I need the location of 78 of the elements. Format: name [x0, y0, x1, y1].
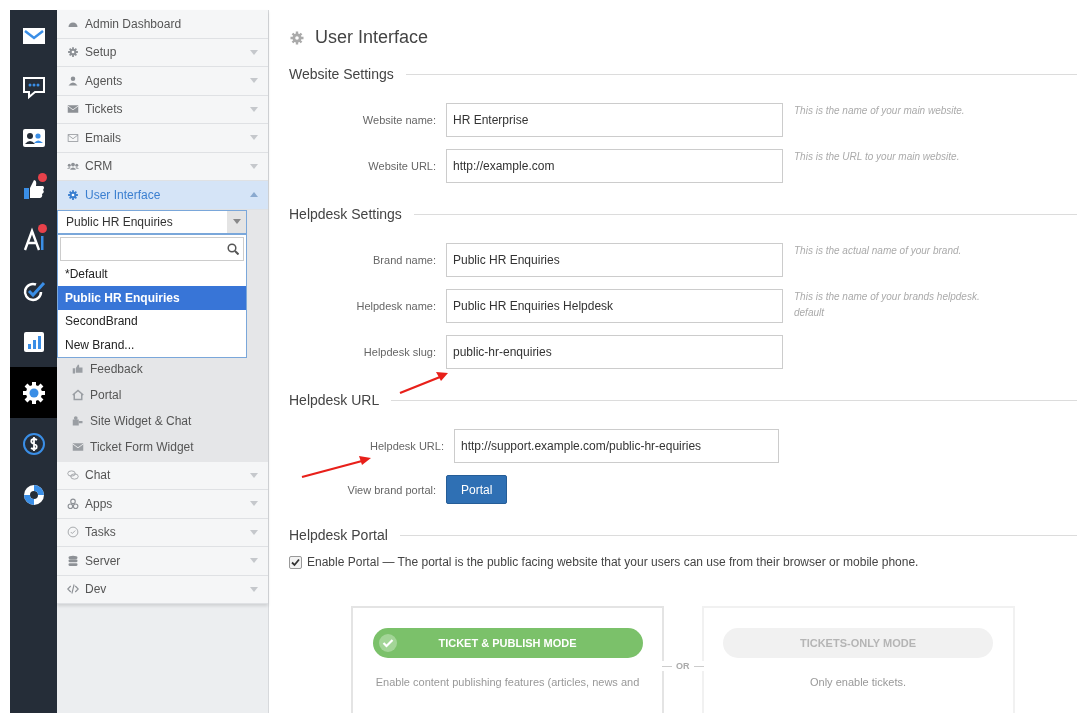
or-separator: OR — [660, 661, 706, 671]
sidebar-item[interactable]: Agents — [57, 67, 268, 96]
text-field[interactable]: http://support.example.com/public-hr-equiries — [454, 429, 779, 463]
gear-icon — [67, 46, 79, 59]
gear-icon — [289, 29, 305, 46]
field-label: View brand portal: — [346, 483, 437, 496]
people-icon — [67, 160, 79, 173]
portal-button[interactable]: Portal — [446, 475, 508, 504]
field-hint: This is the name of your main website. — [793, 104, 965, 118]
section-title: Helpdesk Portal — [289, 527, 388, 543]
chat-icon — [67, 469, 79, 482]
sidebar-item[interactable]: Chat — [57, 461, 268, 490]
field-label: Website name: — [361, 113, 437, 126]
dropdown-option[interactable]: SecondBrand — [58, 309, 246, 333]
puzzle-icon — [72, 414, 84, 427]
check-icon — [67, 526, 79, 539]
sidebar-item[interactable]: Emails — [57, 124, 268, 153]
checkbox[interactable] — [289, 555, 302, 569]
sidebar-item[interactable]: Apps — [57, 490, 268, 519]
letter-icon — [21, 227, 46, 252]
sidebar-item[interactable]: Tasks — [57, 518, 268, 547]
person-icon — [67, 74, 79, 87]
annotation-arrow — [399, 372, 448, 395]
sidebar-item[interactable]: CRM — [57, 152, 268, 181]
caret-icon — [232, 219, 241, 224]
code-icon — [67, 583, 79, 596]
dropdown-option[interactable]: Public HR Enquiries — [58, 286, 246, 310]
check-icon — [377, 633, 398, 653]
field-hint: This is the URL to your main website. — [793, 150, 960, 164]
field-label: Brand name: — [372, 253, 437, 266]
dropdown-option[interactable]: *Default — [58, 262, 246, 286]
field-label: Helpdesk URL: — [369, 439, 445, 452]
field-label: Helpdesk name: — [355, 299, 437, 312]
sidebar-item[interactable]: Setup — [57, 38, 268, 67]
field-label: Website URL: — [367, 159, 437, 172]
brand-select[interactable]: Public HR Enquiries — [57, 209, 247, 234]
apps-icon — [67, 497, 79, 510]
sidebar-item[interactable]: Tickets — [57, 95, 268, 124]
checkbox-label: Enable Portal — The portal is the public facing website that your users can use from their browser or mobile phone. — [307, 555, 919, 569]
chat-icon — [21, 74, 46, 99]
text-field[interactable]: http://example.com — [446, 149, 783, 183]
database-icon — [67, 554, 79, 567]
sidebar-subitem[interactable]: Feedback — [57, 355, 268, 382]
lifebuoy-icon — [21, 482, 46, 507]
sidebar-item[interactable]: Dev — [57, 575, 268, 604]
mode-description: Only enable tickets. — [810, 676, 906, 688]
gear-icon — [21, 380, 46, 405]
envelope-icon — [72, 440, 84, 453]
notification-dot — [38, 173, 47, 182]
mode-description: Enable content publishing features (articles, news and — [375, 676, 640, 688]
gear-icon — [67, 188, 79, 201]
sidebar-item[interactable]: Server — [57, 547, 268, 576]
sidebar-item[interactable]: Admin Dashboard — [57, 10, 268, 39]
chart-icon — [21, 329, 46, 354]
sidebar-subitem[interactable]: Ticket Form Widget — [57, 433, 268, 460]
thumb-icon — [72, 362, 84, 375]
dollar-icon — [21, 431, 46, 456]
search-icon — [227, 242, 239, 255]
text-field[interactable]: Public HR Enquiries Helpdesk — [446, 289, 783, 323]
field-hint: This is the actual name of your brand. — [793, 244, 962, 258]
field-hint: This is the name of your brands helpdesk. default — [793, 290, 980, 320]
section-title: Website Settings — [289, 66, 394, 82]
text-field[interactable]: public-hr-enquiries — [446, 335, 783, 369]
envelope-icon — [67, 103, 79, 116]
section-title: Helpdesk URL — [289, 392, 380, 408]
notification-dot — [38, 224, 47, 233]
text-field[interactable]: HR Enterprise — [446, 103, 783, 137]
envelope-outline-icon — [67, 131, 79, 144]
field-label: Helpdesk slug: — [362, 345, 437, 358]
section-title: Helpdesk Settings — [289, 206, 402, 222]
sidebar-subitem[interactable]: Portal — [57, 381, 268, 408]
sidebar-subitem[interactable]: Site Widget & Chat — [57, 407, 268, 434]
home-icon — [72, 388, 84, 401]
annotation-arrow — [301, 456, 371, 479]
text-field[interactable]: Public HR Enquiries — [446, 243, 783, 277]
search-field[interactable] — [60, 236, 244, 261]
page-title: User Interface — [315, 27, 429, 48]
dropdown-option[interactable]: New Brand... — [58, 333, 246, 357]
